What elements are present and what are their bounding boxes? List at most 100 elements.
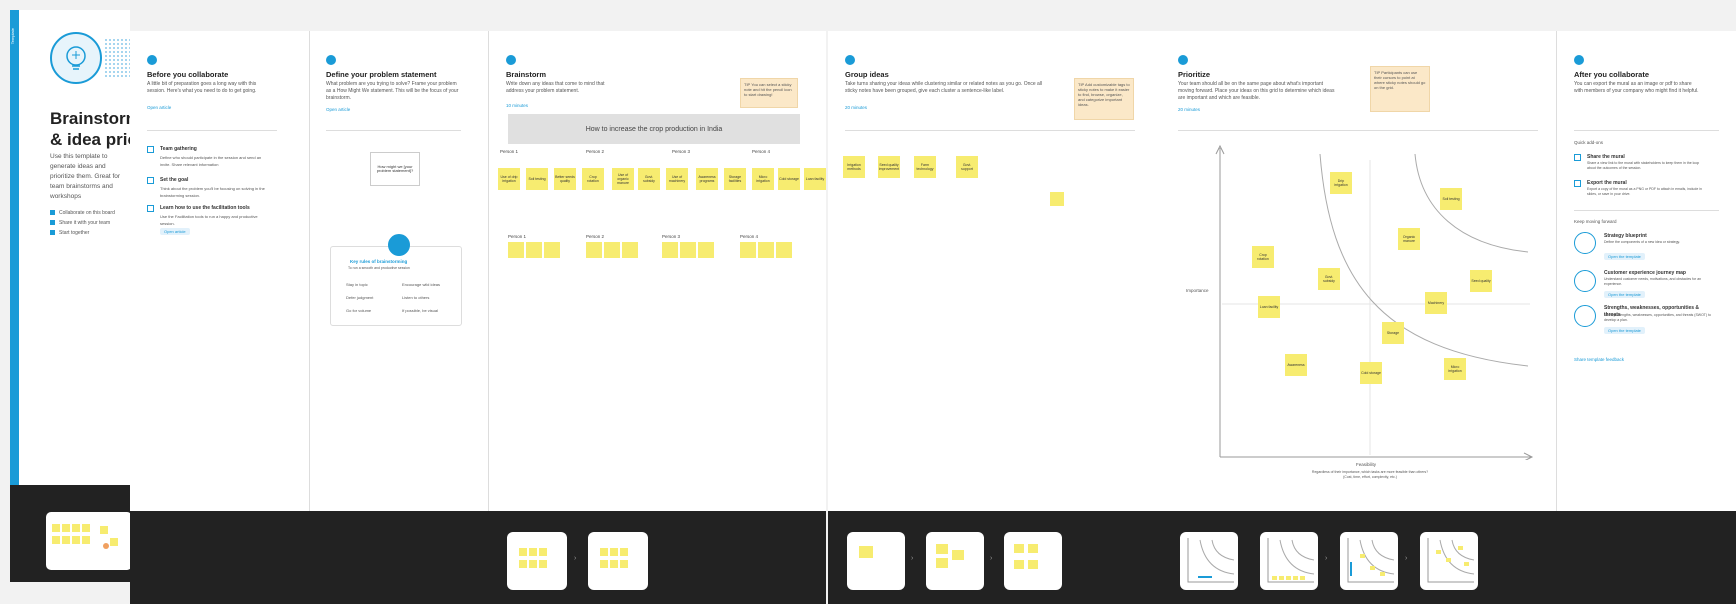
sticky-note[interactable] [758,242,774,258]
open-template-button[interactable]: Open the template [1604,327,1645,334]
instruction-thumbnail[interactable] [1260,532,1318,590]
cover-description: Use this template to generate ideas and … [50,153,121,200]
open-template-button[interactable]: Open the template [1604,291,1645,298]
step-icon [1574,55,1584,65]
instruction-thumbnail[interactable] [507,532,567,590]
sticky-note[interactable]: Loan facility [804,168,826,190]
open-template-button[interactable]: Open the template [1604,253,1645,260]
rule-item: Defer judgment [346,295,374,300]
sticky-note[interactable]: Use of drip irrigation [498,168,520,190]
group-link[interactable]: 20 minutes [845,105,867,110]
sticky-note[interactable] [680,242,696,258]
sticky-note[interactable] [622,242,638,258]
check-title: Share the mural [1587,154,1625,160]
rule-item: Go for volume [346,308,372,313]
sticky-note[interactable]: Soil testing [526,168,548,190]
sticky-note[interactable] [526,242,542,258]
sticky-note[interactable]: Use of organic manure [612,168,634,190]
sticky-note[interactable] [544,242,560,258]
sticky-note[interactable]: Govt. subsidy [638,168,660,190]
instruction-thumbnail[interactable] [926,532,984,590]
sticky-note[interactable]: Better seeds quality [554,168,576,190]
sticky-note[interactable]: Farm technology [914,156,936,178]
instruction-thumbnail[interactable] [1340,532,1398,590]
sticky-note[interactable]: Govt. support [956,156,978,178]
divider-line [1574,130,1719,131]
define-desc: What problem are you trying to solve? Fr… [326,81,459,101]
brainstorm-link[interactable]: 10 minutes [506,103,528,108]
sticky-note[interactable]: Drip irrigation [1330,172,1352,194]
sticky-note[interactable] [586,242,602,258]
brainstorm-title: Brainstorm [506,70,547,79]
instruction-thumbnail[interactable] [1180,532,1238,590]
sticky-note[interactable] [1050,192,1064,206]
divider-line [147,130,277,131]
sticky-note[interactable] [662,242,678,258]
feedback-link[interactable]: Share template feedback [1574,357,1624,362]
sticky-note[interactable]: Awareness [1285,354,1307,376]
tip-note: TIP You can select a sticky note and hit… [740,78,798,108]
instruction-thumbnail[interactable] [588,532,648,590]
sticky-note[interactable]: Seed quality [1470,270,1492,292]
group-label: Person 4 [740,234,759,239]
sticky-note[interactable]: Loan facility [1258,296,1280,318]
sticky-note[interactable]: Crop rotation [1252,246,1274,268]
sticky-note[interactable]: Irrigation methods [843,156,865,178]
sticky-note[interactable]: Storage facilities [724,168,746,190]
sticky-note[interactable]: Machinery [1425,292,1447,314]
prioritize-link[interactable]: 20 minutes [1178,107,1200,112]
strategy-blueprint-icon [1574,232,1596,254]
prioritize-desc: Your team should all be on the same page… [1178,81,1335,101]
sticky-note[interactable]: Micro irrigation [1444,358,1466,380]
meta-item: Share it with your team [50,218,115,228]
person-label: Person 3 [672,149,691,154]
sticky-note[interactable]: Govt. subsidy [1318,268,1340,290]
problem-statement-bar[interactable]: How to increase the crop production in I… [508,114,800,144]
instruction-thumbnail[interactable] [1420,532,1478,590]
problem-statement-card[interactable]: How might we [your problem statement]? [370,152,420,186]
before-link[interactable]: Open article [147,105,171,110]
cover-meta: Collaborate on this board Share it with … [50,208,115,238]
tip-note: TIP Add customizable tags to sticky note… [1074,78,1134,120]
sticky-note[interactable] [776,242,792,258]
sticky-note[interactable]: Cold storage [1360,362,1382,384]
quick-add-label: Quick add-ons [1574,140,1604,145]
sticky-note[interactable]: Awareness programs [696,168,718,190]
sticky-note[interactable]: Storage [1382,322,1404,344]
person-label: Person 2 [586,149,605,154]
sticky-note[interactable]: Micro irrigation [752,168,774,190]
sticky-note[interactable]: Cold storage [778,168,800,190]
sticky-note[interactable]: Seed quality improvement [878,156,900,178]
sticky-note[interactable]: Organic manure [1398,228,1420,250]
before-desc: A little bit of preparation goes a long … [147,81,257,94]
cover-thumbnail[interactable] [46,512,132,570]
sticky-note[interactable] [508,242,524,258]
step-desc: Think about the problem you'll be focusi… [160,186,265,198]
sticky-note[interactable] [740,242,756,258]
step-title: Set the goal [160,177,189,183]
checkbox[interactable] [147,177,154,184]
cover-strip: Template [10,10,19,485]
arrow-icon: › [1405,555,1408,562]
after-desc: You can export the mural as an image or … [1574,81,1699,94]
checkbox[interactable] [1574,180,1581,187]
step-icon [1178,55,1188,65]
sticky-note[interactable] [698,242,714,258]
sticky-note[interactable]: Crop rotation [582,168,604,190]
checkbox[interactable] [147,146,154,153]
x-axis-label: Feasibility [1356,462,1377,467]
sticky-note[interactable]: Soil testing [1440,188,1462,210]
instruction-thumbnail[interactable] [847,532,905,590]
prioritize-title: Prioritize [1178,70,1211,79]
checkbox[interactable] [147,205,154,212]
person-label: Person 4 [752,149,771,154]
open-article-button[interactable]: Open article [160,228,190,235]
checkbox[interactable] [1574,154,1581,161]
sticky-note[interactable]: Use of machinery [666,168,688,190]
divider-line [1178,130,1538,131]
rule-item: Stay in topic [346,282,368,287]
define-link[interactable]: Open article [326,107,350,112]
sticky-note[interactable] [604,242,620,258]
dot-pattern [104,38,130,78]
instruction-thumbnail[interactable] [1004,532,1062,590]
